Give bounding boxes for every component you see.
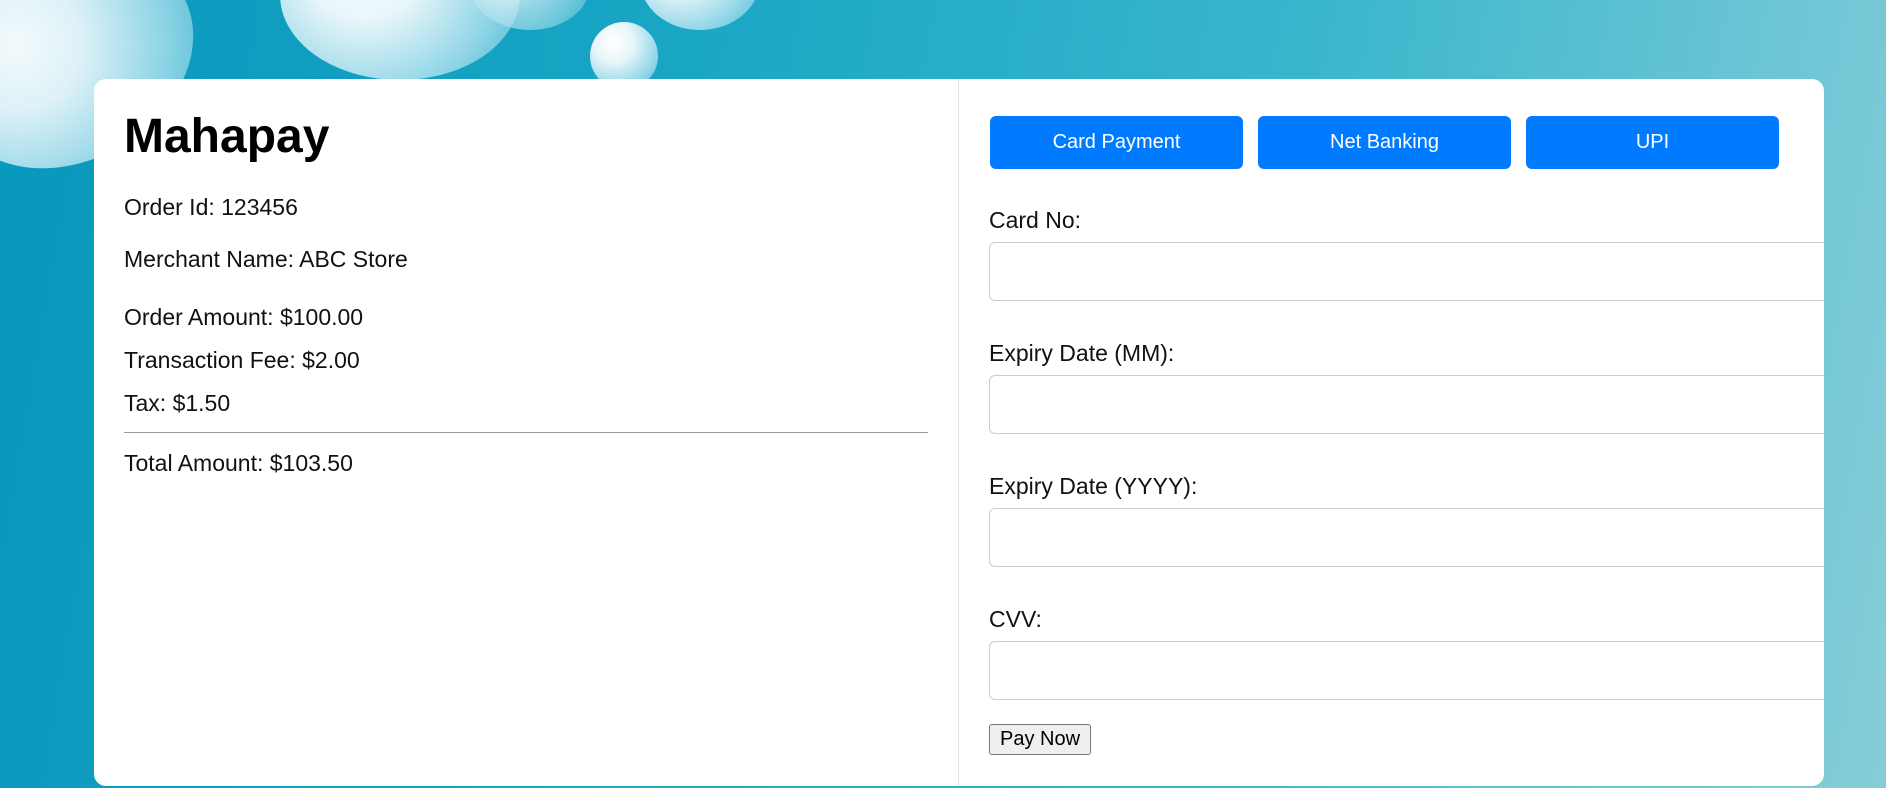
order-summary-panel: Mahapay Order Id: 123456 Merchant Name: …	[94, 79, 959, 786]
order-amount: Order Amount: $100.00	[124, 304, 364, 330]
summary-divider	[124, 432, 928, 433]
tab-card-payment[interactable]: Card Payment	[990, 116, 1243, 169]
total-amount: Total Amount: $103.50	[124, 450, 353, 476]
transaction-fee: Transaction Fee: $2.00	[124, 347, 360, 373]
expiry-mm-input[interactable]	[989, 375, 1824, 434]
expiry-yyyy-input[interactable]	[989, 508, 1824, 567]
card-no-input[interactable]	[989, 242, 1824, 301]
bubble-graphic	[640, 0, 760, 30]
expiry-yyyy-label: Expiry Date (YYYY):	[989, 473, 1198, 499]
pay-now-button[interactable]: Pay Now	[989, 724, 1092, 755]
page-title: Mahapay	[124, 110, 330, 163]
tab-net-banking[interactable]: Net Banking	[1258, 116, 1511, 169]
order-id: Order Id: 123456	[124, 194, 298, 220]
cvv-label: CVV:	[989, 606, 1042, 632]
cvv-input[interactable]	[989, 641, 1824, 700]
tax: Tax: $1.50	[124, 390, 231, 416]
expiry-mm-label: Expiry Date (MM):	[989, 340, 1175, 366]
merchant-name: Merchant Name: ABC Store	[124, 246, 408, 272]
tab-upi[interactable]: UPI	[1526, 116, 1779, 169]
card-no-label: Card No:	[989, 207, 1082, 233]
payment-form-panel: Card Payment Net Banking UPI Card No: Ex…	[959, 79, 1824, 786]
payment-card: Mahapay Order Id: 123456 Merchant Name: …	[94, 79, 1824, 786]
